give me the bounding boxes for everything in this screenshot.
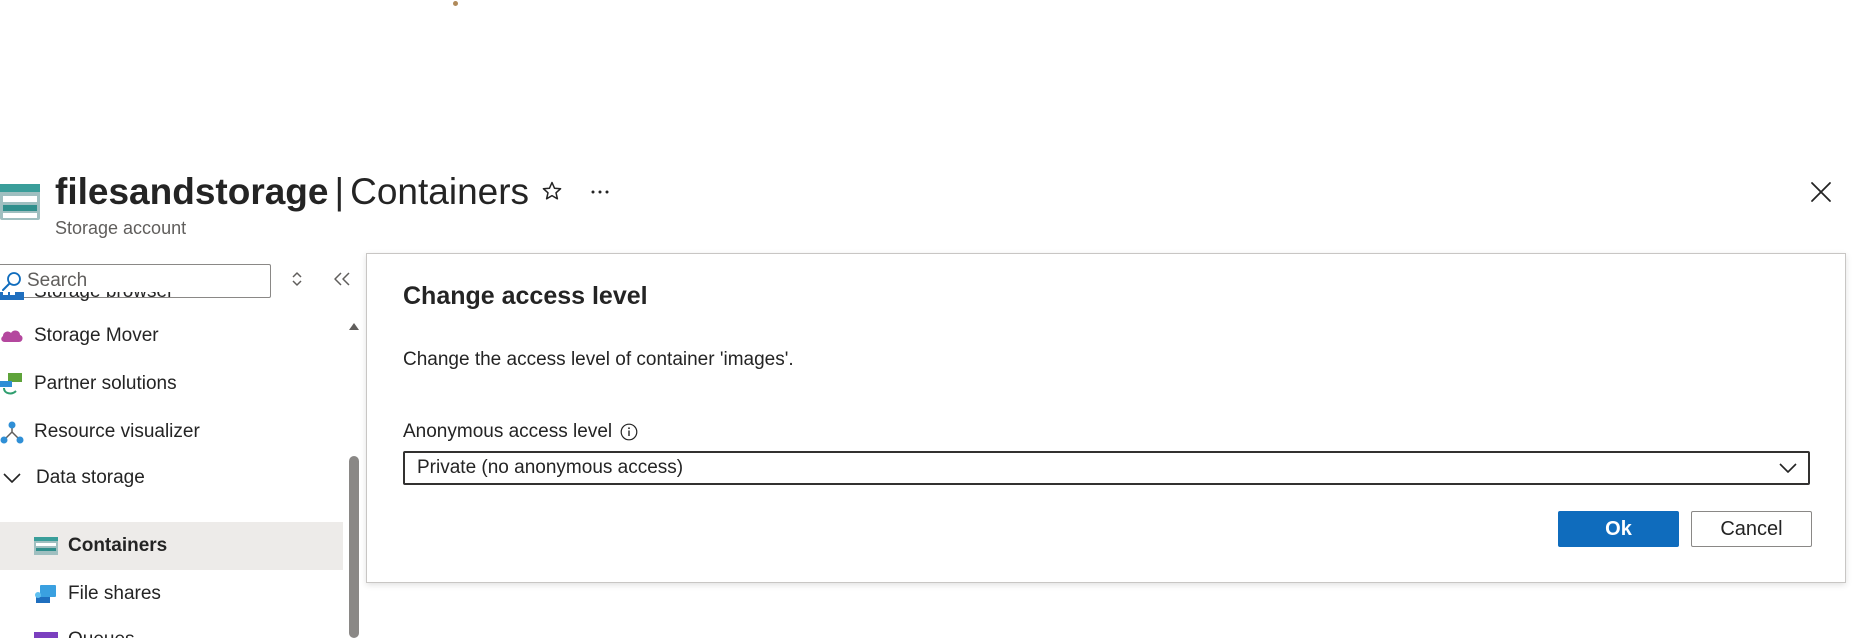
double-chevron-left-icon — [332, 271, 352, 292]
more-options-button[interactable] — [585, 178, 615, 208]
chevron-down-icon — [2, 465, 28, 491]
ok-button[interactable]: Ok — [1558, 511, 1679, 547]
scrollbar-thumb[interactable] — [349, 456, 359, 638]
sidebar-item-label: Storage browser — [34, 292, 173, 303]
close-button[interactable] — [1806, 179, 1836, 209]
dialog-description: Change the access level of container 'im… — [403, 349, 794, 370]
storage-account-icon — [0, 184, 40, 220]
sidebar-item-label: Queues — [68, 629, 135, 638]
chevron-down-icon — [1778, 460, 1798, 476]
page-title: filesandstorage | Containers — [55, 170, 529, 214]
storage-mover-icon — [0, 323, 26, 349]
queues-icon — [34, 627, 60, 638]
sidebar-item-label: Containers — [68, 535, 168, 556]
containers-icon — [34, 533, 60, 559]
sidebar-item-storage-mover[interactable]: Storage Mover — [0, 312, 343, 360]
more-options-icon — [588, 184, 612, 202]
file-shares-icon — [34, 581, 60, 607]
sidebar-scrollbar[interactable] — [348, 318, 360, 638]
sidebar-item-queues[interactable]: Queues — [0, 616, 343, 638]
sidebar-item-label: Data storage — [36, 467, 145, 488]
resource-visualizer-icon — [0, 419, 26, 445]
close-icon — [1810, 181, 1832, 208]
sidebar-nav: Storage browser Storage Mover Partner so… — [0, 292, 343, 638]
sidebar-item-label: Partner solutions — [34, 373, 177, 394]
favorite-button[interactable] — [537, 178, 567, 208]
sidebar-item-resource-visualizer[interactable]: Resource visualizer — [0, 408, 343, 456]
resource-type-subtitle: Storage account — [55, 218, 187, 238]
resource-name: filesandstorage — [55, 171, 329, 212]
sidebar-item-label: File shares — [68, 583, 161, 604]
sidebar-item-file-shares[interactable]: File shares — [0, 570, 343, 618]
anonymous-access-label: Anonymous access level — [403, 421, 638, 443]
section-name: Containers — [350, 171, 530, 212]
decorative-dot — [453, 1, 458, 6]
dialog-title: Change access level — [403, 282, 648, 310]
search-icon — [1, 270, 23, 292]
sidebar-item-partner-solutions[interactable]: Partner solutions — [0, 360, 343, 408]
expand-collapse-toggle[interactable] — [287, 271, 307, 291]
sidebar-item-label: Resource visualizer — [34, 421, 200, 442]
cancel-button[interactable]: Cancel — [1691, 511, 1812, 547]
sidebar-item-label: Storage Mover — [34, 325, 159, 346]
access-level-dropdown[interactable]: Private (no anonymous access) — [403, 451, 1810, 485]
change-access-level-dialog: Change access level Change the access le… — [366, 253, 1846, 583]
collapse-sidebar-button[interactable] — [330, 270, 354, 292]
partner-solutions-icon — [0, 371, 26, 397]
info-icon[interactable] — [620, 423, 638, 441]
scroll-up-arrow[interactable] — [348, 318, 360, 330]
field-label-text: Anonymous access level — [403, 421, 613, 442]
star-icon — [540, 179, 564, 208]
dropdown-selected-value: Private (no anonymous access) — [417, 457, 684, 478]
storage-browser-icon — [0, 292, 26, 305]
sidebar-item-containers[interactable]: Containers — [0, 522, 343, 570]
sort-arrows-icon — [290, 270, 304, 293]
search-input[interactable] — [27, 270, 257, 292]
sidebar-group-data-storage[interactable]: Data storage — [0, 454, 343, 502]
title-separator: | — [334, 171, 345, 212]
